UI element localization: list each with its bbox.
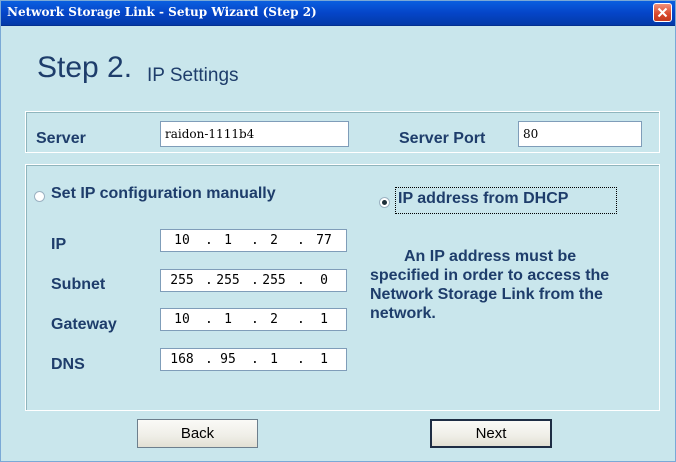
setup-wizard-window: Network Storage Link - Setup Wizard (Ste…: [0, 0, 676, 462]
ip-octet: 10: [174, 233, 190, 248]
back-button[interactable]: Back: [137, 419, 258, 448]
step-number: Step 2.: [37, 51, 133, 84]
subnet-octet: 255: [216, 273, 240, 288]
gateway-octet: 10: [174, 312, 190, 327]
close-icon: [657, 7, 668, 18]
next-button[interactable]: Next: [430, 419, 552, 448]
server-name-input[interactable]: raidon-1111b4: [160, 121, 349, 147]
dhcp-note: An IP address must be specified in order…: [370, 247, 660, 323]
dns-input[interactable]: 168 . 95 . 1 . 1: [160, 348, 347, 371]
ip-octet: 1: [224, 233, 232, 248]
ip-label: IP: [51, 236, 67, 253]
note-rest: specified in order to access the Network…: [370, 267, 610, 322]
gateway-input[interactable]: 10 . 1 . 2 . 1: [160, 308, 347, 331]
gateway-label: Gateway: [51, 316, 117, 333]
subnet-input[interactable]: 255 . 255 . 255 . 0: [160, 269, 347, 292]
ip-octet: 77: [316, 233, 332, 248]
dns-octet: 1: [270, 352, 278, 367]
window-title: Network Storage Link - Setup Wizard (Ste…: [7, 5, 317, 19]
gateway-octet: 1: [224, 312, 232, 327]
gateway-octet: 1: [320, 312, 328, 327]
manual-config-label[interactable]: Set IP configuration manually: [51, 185, 276, 203]
dhcp-radio[interactable]: [379, 197, 390, 208]
subnet-label: Subnet: [51, 276, 106, 293]
server-label: Server: [36, 130, 86, 147]
gateway-octet: 2: [270, 312, 278, 327]
page-title: IP Settings: [147, 65, 239, 86]
dns-label: DNS: [51, 356, 85, 373]
ip-address-input[interactable]: 10 . 1 . 2 . 77: [160, 229, 347, 252]
gateway-dot: .: [297, 312, 305, 327]
dns-octet: 95: [220, 352, 236, 367]
subnet-octet: 255: [170, 273, 194, 288]
dns-octet: 1: [320, 352, 328, 367]
note-first-line: An IP address must be: [404, 248, 577, 265]
ip-dot: .: [297, 233, 305, 248]
dns-dot: .: [297, 352, 305, 367]
ip-octet: 2: [270, 233, 278, 248]
subnet-octet: 0: [320, 273, 328, 288]
dhcp-label[interactable]: IP address from DHCP: [398, 190, 568, 208]
title-bar[interactable]: Network Storage Link - Setup Wizard (Ste…: [1, 1, 675, 26]
subnet-dot: .: [297, 273, 305, 288]
close-button[interactable]: [653, 3, 672, 22]
subnet-octet: 255: [262, 273, 286, 288]
wizard-content: Step 2. IP Settings Server raidon-1111b4…: [6, 29, 669, 457]
manual-config-radio[interactable]: [34, 191, 45, 202]
server-port-label: Server Port: [399, 130, 486, 147]
server-port-input[interactable]: 80: [518, 121, 642, 147]
dns-octet: 168: [170, 352, 194, 367]
